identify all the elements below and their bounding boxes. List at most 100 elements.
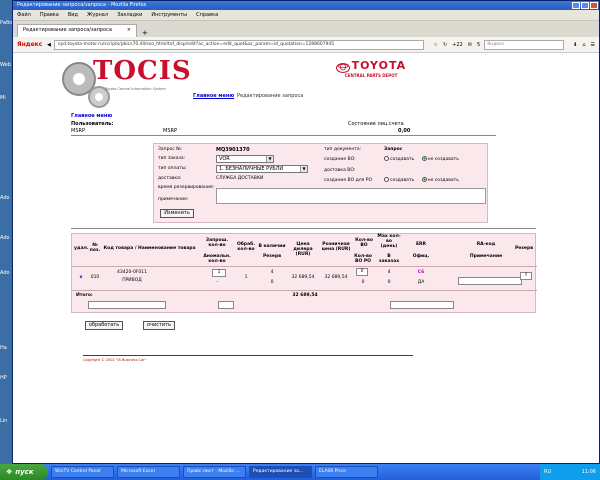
col-ra-code: RA-код xyxy=(476,242,496,247)
delivery-bo-label: доставка ВО: xyxy=(324,168,356,173)
col-reserve2: Резерв xyxy=(514,246,534,251)
minimize-button[interactable] xyxy=(572,2,580,9)
note-input[interactable] xyxy=(458,277,522,285)
radio-no-create[interactable] xyxy=(421,177,427,182)
delivery-label: доставка: xyxy=(158,176,182,181)
qty-bo-input[interactable]: 0 xyxy=(356,268,368,276)
toyota-emblem-icon xyxy=(336,62,350,73)
star-icon[interactable]: ☆ xyxy=(433,42,437,48)
desktop-icon[interactable]: Ado xyxy=(0,235,12,241)
cell-err: C6 xyxy=(417,270,425,275)
total-input-right[interactable] xyxy=(390,301,454,309)
msrp-value: MSRP xyxy=(71,128,85,134)
note-label: примечание: xyxy=(158,197,189,202)
mail-count[interactable]: 5 xyxy=(477,42,480,48)
clock[interactable]: 11:06 xyxy=(582,469,596,475)
tab-edit-request[interactable]: Редактирование запроса/запроса × xyxy=(17,24,137,37)
row-separator xyxy=(72,266,537,267)
cell-absent-qty: - xyxy=(216,280,218,285)
cell-retail-price: 32 689,54 xyxy=(324,275,348,280)
window-title: Редактирование запроса/запроса - Mozilla… xyxy=(17,2,147,8)
mail-icon[interactable]: ✉ xyxy=(468,42,472,48)
window-titlebar[interactable]: Редактирование запроса/запроса - Mozilla… xyxy=(13,1,599,10)
language-indicator[interactable]: RU xyxy=(544,469,551,475)
col-note: Примечание xyxy=(469,254,503,259)
yandex-logo[interactable]: Яндекс xyxy=(17,41,47,48)
menu-bookmarks[interactable]: Закладки xyxy=(117,12,142,18)
refresh-icon[interactable]: ↻ xyxy=(443,42,447,48)
desktop-icon[interactable]: Рабо xyxy=(0,20,12,26)
delete-row-icon[interactable]: x xyxy=(74,275,88,280)
note-textarea[interactable] xyxy=(216,188,486,204)
req-qty-input[interactable]: 1 xyxy=(212,269,226,277)
task-excel[interactable]: Microsoft Excel xyxy=(117,466,180,478)
radio-create-label: создавать xyxy=(390,157,415,162)
toyota-logo: TOYOTA CENTRAL PARTS DEPOT xyxy=(336,59,406,78)
download-icon[interactable]: ⬇ xyxy=(573,42,577,48)
home-icon[interactable]: ⌂ xyxy=(582,42,585,48)
payment-label: тип оплаты: xyxy=(158,166,187,171)
total-input-left[interactable] xyxy=(88,301,166,309)
radio-create[interactable] xyxy=(384,177,389,182)
task-wintv[interactable]: WinTV Control Panel xyxy=(51,466,114,478)
change-button[interactable]: Изменить xyxy=(160,209,194,218)
nav-edit-request: Редактирование запроса xyxy=(237,93,304,99)
col-price-dealer: Цена дилера (RUR) xyxy=(293,242,313,257)
col-req-qty: Запрош. кол-во xyxy=(205,238,229,248)
radio-create[interactable] xyxy=(384,156,389,161)
users-label: Пользователь: xyxy=(71,121,114,127)
col-qty-bo: Кол-во ВО xyxy=(355,238,373,248)
menu-help[interactable]: Справка xyxy=(196,12,218,18)
desktop-icon[interactable]: Mi xyxy=(0,95,12,101)
items-table: удал. № поз. Код товара / Наименование т… xyxy=(71,233,537,313)
address-input[interactable]: cpd.toyota-motor.ru/scripts/pbics70.dll/… xyxy=(53,39,425,50)
cell-offc: ДА xyxy=(417,280,425,285)
col-retail-price: Розничная цена (RUR) xyxy=(321,242,351,252)
menu-icon[interactable]: ☰ xyxy=(591,42,595,48)
menu-edit[interactable]: Правка xyxy=(40,12,59,18)
copyright: Copyright © 2002 "IA Business Car" xyxy=(83,358,147,362)
task-elask[interactable]: ELASK Price xyxy=(315,466,378,478)
cell-name: ПРИВОД xyxy=(122,278,142,283)
process-button[interactable]: обработать xyxy=(85,321,123,330)
reserve-button[interactable]: ! xyxy=(520,272,532,280)
yandex-count[interactable]: +22 xyxy=(452,42,463,48)
menu-history[interactable]: Журнал xyxy=(87,12,108,18)
nav-main-menu-link[interactable]: Главное меню xyxy=(193,93,234,99)
tocis-logo: TOCIS xyxy=(93,56,192,86)
req-no-label: Запрос №: xyxy=(158,147,183,152)
tab-close-icon[interactable]: × xyxy=(127,27,131,35)
cell-proc-qty: 1 xyxy=(244,275,248,280)
order-type-select[interactable]: VOR ▼ xyxy=(216,155,274,163)
close-button[interactable] xyxy=(590,2,598,9)
col-reserve: Резерв xyxy=(262,254,282,259)
desktop-icon[interactable]: Ado xyxy=(0,195,12,201)
cell-in-order: 0 xyxy=(387,280,391,285)
menu-file[interactable]: Файл xyxy=(17,12,31,18)
desktop-icon[interactable]: Lin xyxy=(0,418,12,424)
page-heading: Главное меню xyxy=(71,113,113,119)
back-icon[interactable]: ◀ xyxy=(47,42,51,48)
new-tab-icon[interactable]: + xyxy=(142,29,148,37)
radio-no-create[interactable] xyxy=(421,156,427,161)
desktop-icon[interactable]: На xyxy=(0,345,12,351)
menu-view[interactable]: Вид xyxy=(68,12,78,18)
search-input[interactable]: Яндекс xyxy=(484,39,565,50)
total-input-mid[interactable] xyxy=(218,301,234,309)
req-no-value: MQ3901370 xyxy=(216,147,250,153)
menu-tools[interactable]: Инструменты xyxy=(151,12,187,18)
cell-available: 4 xyxy=(270,270,274,275)
desktop-icon[interactable]: HP xyxy=(0,375,12,381)
desktop-icon[interactable]: Web xyxy=(0,62,12,68)
start-button[interactable]: ❖ пуск xyxy=(0,464,48,480)
total-label: Итого: xyxy=(76,293,93,298)
radio-no-create-label: не создавать xyxy=(427,178,459,183)
created-bo-radio-group: создавать не создавать xyxy=(384,156,459,162)
col-proc-qty: Обраб. кол-во xyxy=(236,242,256,252)
task-edit-request[interactable]: Редактирование за... xyxy=(249,466,312,478)
clear-button[interactable]: очистить xyxy=(143,321,175,330)
task-pricelist[interactable]: Прайс-лист - Mozilla ... xyxy=(183,466,246,478)
payment-select[interactable]: 1. БЕЗНАЛИЧНЫЕ РУБЛИ ▼ xyxy=(216,165,308,173)
desktop-icon[interactable]: Ado xyxy=(0,270,12,276)
maximize-button[interactable] xyxy=(581,2,589,9)
